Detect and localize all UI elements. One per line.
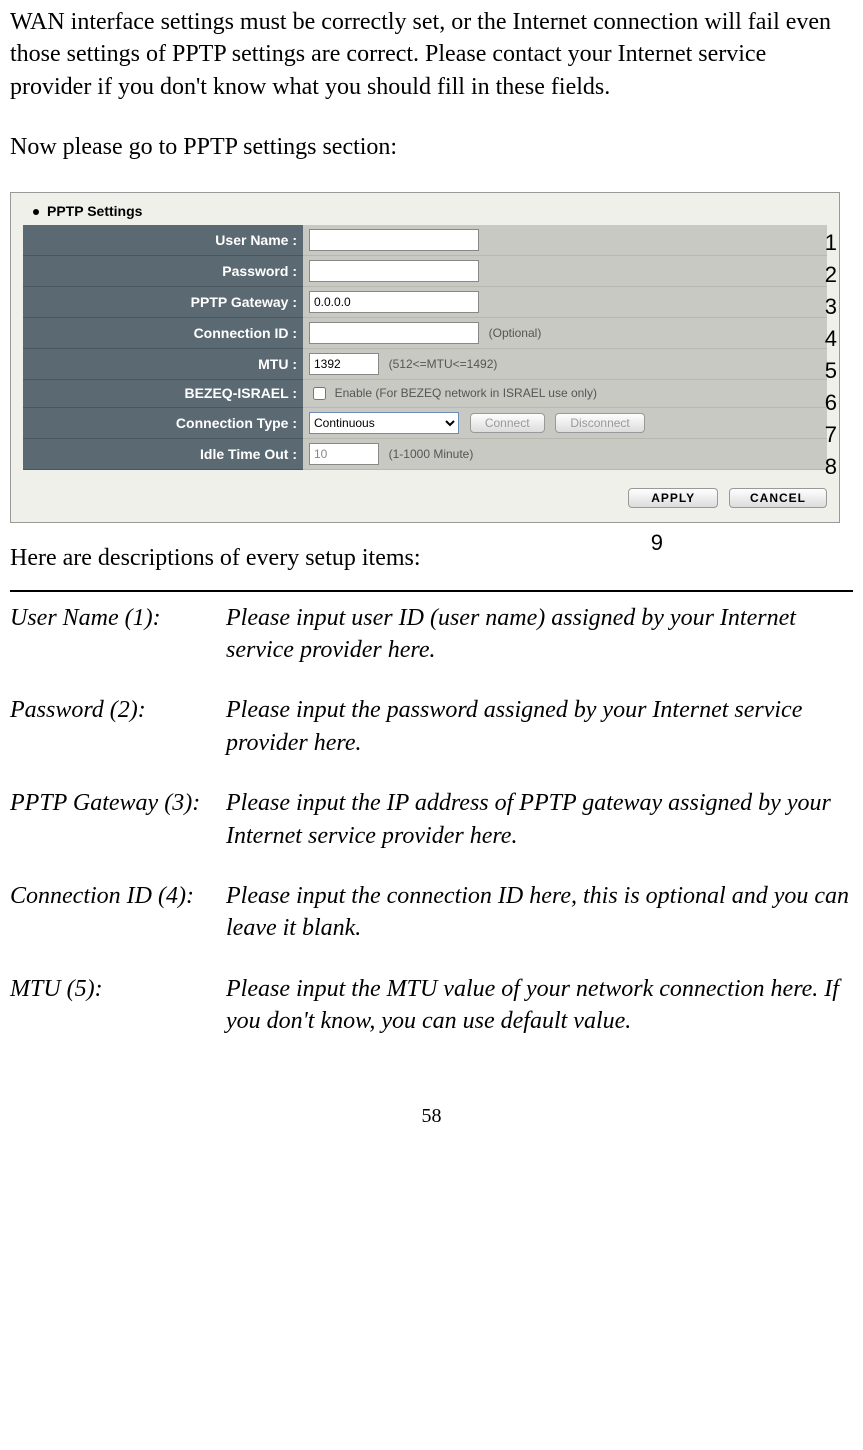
separator-line xyxy=(10,590,853,592)
idle-timeout-input[interactable] xyxy=(309,443,379,465)
disconnect-button[interactable]: Disconnect xyxy=(555,413,644,433)
pptp-gateway-input[interactable] xyxy=(309,291,479,313)
def-term-2: Password (2): xyxy=(10,694,226,787)
password-input[interactable] xyxy=(309,260,479,282)
callout-6: 6 xyxy=(825,390,837,416)
user-name-input[interactable] xyxy=(309,229,479,251)
callout-8: 8 xyxy=(825,454,837,480)
callout-5: 5 xyxy=(825,358,837,384)
lead-paragraph: Now please go to PPTP settings section: xyxy=(10,131,853,163)
connection-id-input[interactable] xyxy=(309,322,479,344)
user-name-label: User Name : xyxy=(23,225,303,256)
def-term-5: MTU (5): xyxy=(10,973,226,1066)
section-title: PPTP Settings xyxy=(33,203,827,219)
connection-type-select[interactable]: Continuous xyxy=(309,412,459,434)
def-desc-5: Please input the MTU value of your netwo… xyxy=(226,973,853,1066)
intro-paragraph: WAN interface settings must be correctly… xyxy=(10,6,853,103)
cancel-button[interactable]: CANCEL xyxy=(729,488,827,508)
connection-type-label: Connection Type : xyxy=(23,407,303,438)
bezeq-label: BEZEQ-ISRAEL : xyxy=(23,379,303,407)
connection-id-hint: (Optional) xyxy=(489,326,542,340)
callout-9: 9 xyxy=(651,530,663,556)
idle-timeout-label: Idle Time Out : xyxy=(23,438,303,469)
pptp-gateway-label: PPTP Gateway : xyxy=(23,286,303,317)
apply-button[interactable]: APPLY xyxy=(628,488,718,508)
connection-id-label: Connection ID : xyxy=(23,317,303,348)
page-number: 58 xyxy=(10,1105,853,1128)
def-desc-2: Please input the password assigned by yo… xyxy=(226,694,853,787)
bezeq-checkbox[interactable] xyxy=(313,387,326,400)
callout-3: 3 xyxy=(825,294,837,320)
def-term-1: User Name (1): xyxy=(10,602,226,695)
callout-7: 7 xyxy=(825,422,837,448)
def-desc-3: Please input the IP address of PPTP gate… xyxy=(226,787,853,880)
def-desc-4: Please input the connection ID here, thi… xyxy=(226,880,853,973)
mtu-label: MTU : xyxy=(23,348,303,379)
mtu-hint: (512<=MTU<=1492) xyxy=(389,357,498,371)
pptp-settings-screenshot: PPTP Settings User Name : Password : PPT… xyxy=(10,192,853,523)
settings-table: User Name : Password : PPTP Gateway : Co… xyxy=(23,225,827,470)
def-term-4: Connection ID (4): xyxy=(10,880,226,973)
bezeq-hint: Enable (For BEZEQ network in ISRAEL use … xyxy=(335,386,597,400)
mtu-input[interactable] xyxy=(309,353,379,375)
def-desc-1: Please input user ID (user name) assigne… xyxy=(226,602,853,695)
def-term-3: PPTP Gateway (3): xyxy=(10,787,226,880)
descriptions-intro: Here are descriptions of every setup ite… xyxy=(10,545,853,572)
definitions-table: User Name (1): Please input user ID (use… xyxy=(10,602,853,1066)
password-label: Password : xyxy=(23,255,303,286)
connect-button[interactable]: Connect xyxy=(470,413,545,433)
idle-timeout-hint: (1-1000 Minute) xyxy=(389,447,474,461)
callout-1: 1 xyxy=(825,230,837,256)
callout-4: 4 xyxy=(825,326,837,352)
callout-2: 2 xyxy=(825,262,837,288)
bullet-icon xyxy=(33,209,39,215)
